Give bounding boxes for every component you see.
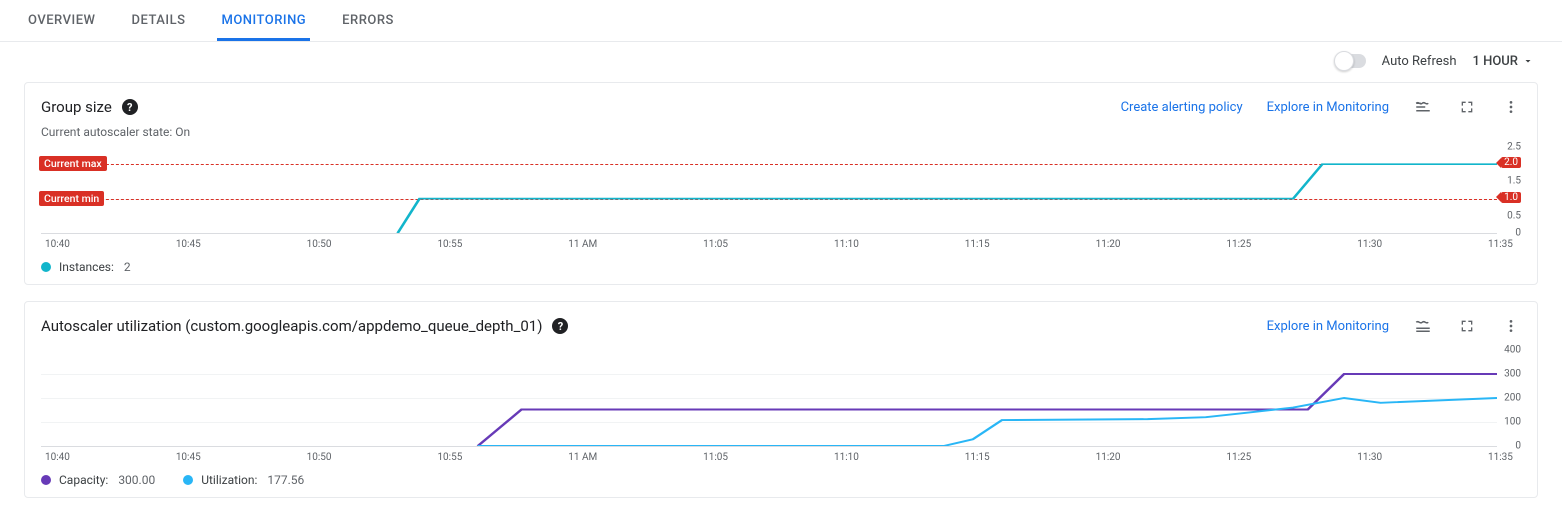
- legend-toggle-icon[interactable]: [1413, 316, 1433, 336]
- chevron-down-icon: [1522, 55, 1534, 67]
- y-tick: 400: [1504, 345, 1521, 356]
- more-icon[interactable]: [1501, 97, 1521, 117]
- legend-toggle-icon[interactable]: [1413, 97, 1433, 117]
- more-icon[interactable]: [1501, 316, 1521, 336]
- y-marker-min: 1.0: [1501, 192, 1521, 203]
- tab-details[interactable]: DETAILS: [127, 13, 189, 41]
- card-title: Group size: [41, 98, 112, 116]
- time-range-select[interactable]: 1 HOUR: [1473, 54, 1535, 69]
- instances-line: [398, 164, 1497, 233]
- tab-errors[interactable]: ERRORS: [338, 13, 398, 41]
- autoscaler-state: Current autoscaler state: On: [25, 121, 1537, 145]
- auto-refresh-label: Auto Refresh: [1382, 54, 1457, 69]
- help-icon[interactable]: ?: [552, 318, 568, 334]
- y-tick: 0.5: [1507, 210, 1521, 221]
- y-tick: 1.5: [1507, 176, 1521, 187]
- fullscreen-icon[interactable]: [1457, 97, 1477, 117]
- y-tick: 2.5: [1507, 142, 1521, 153]
- tab-monitoring[interactable]: MONITORING: [217, 13, 310, 41]
- explore-in-monitoring-link[interactable]: Explore in Monitoring: [1267, 319, 1389, 334]
- card-autoscaler-utilization: Autoscaler utilization (custom.googleapi…: [24, 301, 1538, 498]
- card-group-size: Group size ? Create alerting policy Expl…: [24, 82, 1538, 285]
- help-icon[interactable]: ?: [122, 99, 138, 115]
- legend-dot: [41, 475, 51, 485]
- y-tick: 0: [1515, 228, 1521, 239]
- group-size-chart: 2.5 2.0 1.5 1.0 0.5 0 Current max 2.0 Cu…: [41, 147, 1521, 233]
- auto-refresh-toggle[interactable]: [1336, 54, 1366, 68]
- y-tick: 200: [1504, 393, 1521, 404]
- legend-capacity: Capacity: 300.00: [41, 473, 155, 487]
- time-range-value: 1 HOUR: [1473, 54, 1519, 69]
- current-max-badge: Current max: [39, 156, 107, 171]
- toolbar: Auto Refresh 1 HOUR: [0, 42, 1562, 78]
- utilization-line: [478, 398, 1497, 446]
- fullscreen-icon[interactable]: [1457, 316, 1477, 336]
- tabs: OVERVIEW DETAILS MONITORING ERRORS: [0, 0, 1562, 42]
- x-axis: 10:40 10:45 10:50 10:55 11 AM 11:05 11:1…: [25, 233, 1537, 250]
- utilization-chart: 400 300 200 100 0: [41, 350, 1521, 446]
- legend-utilization: Utilization: 177.56: [183, 473, 304, 487]
- legend-dot: [183, 475, 193, 485]
- y-tick: 100: [1504, 417, 1521, 428]
- card-title: Autoscaler utilization (custom.googleapi…: [41, 317, 542, 335]
- y-tick: 0: [1515, 441, 1521, 452]
- explore-in-monitoring-link[interactable]: Explore in Monitoring: [1267, 100, 1389, 115]
- create-alerting-policy-link[interactable]: Create alerting policy: [1121, 100, 1243, 115]
- tab-overview[interactable]: OVERVIEW: [24, 13, 99, 41]
- y-tick: 300: [1504, 369, 1521, 380]
- capacity-line: [478, 374, 1497, 446]
- current-min-badge: Current min: [39, 191, 104, 206]
- y-marker-max: 2.0: [1501, 157, 1521, 168]
- x-axis: 10:40 10:45 10:50 10:55 11 AM 11:05 11:1…: [25, 446, 1537, 463]
- legend-dot: [41, 262, 51, 272]
- legend-instances: Instances: 2: [41, 260, 131, 274]
